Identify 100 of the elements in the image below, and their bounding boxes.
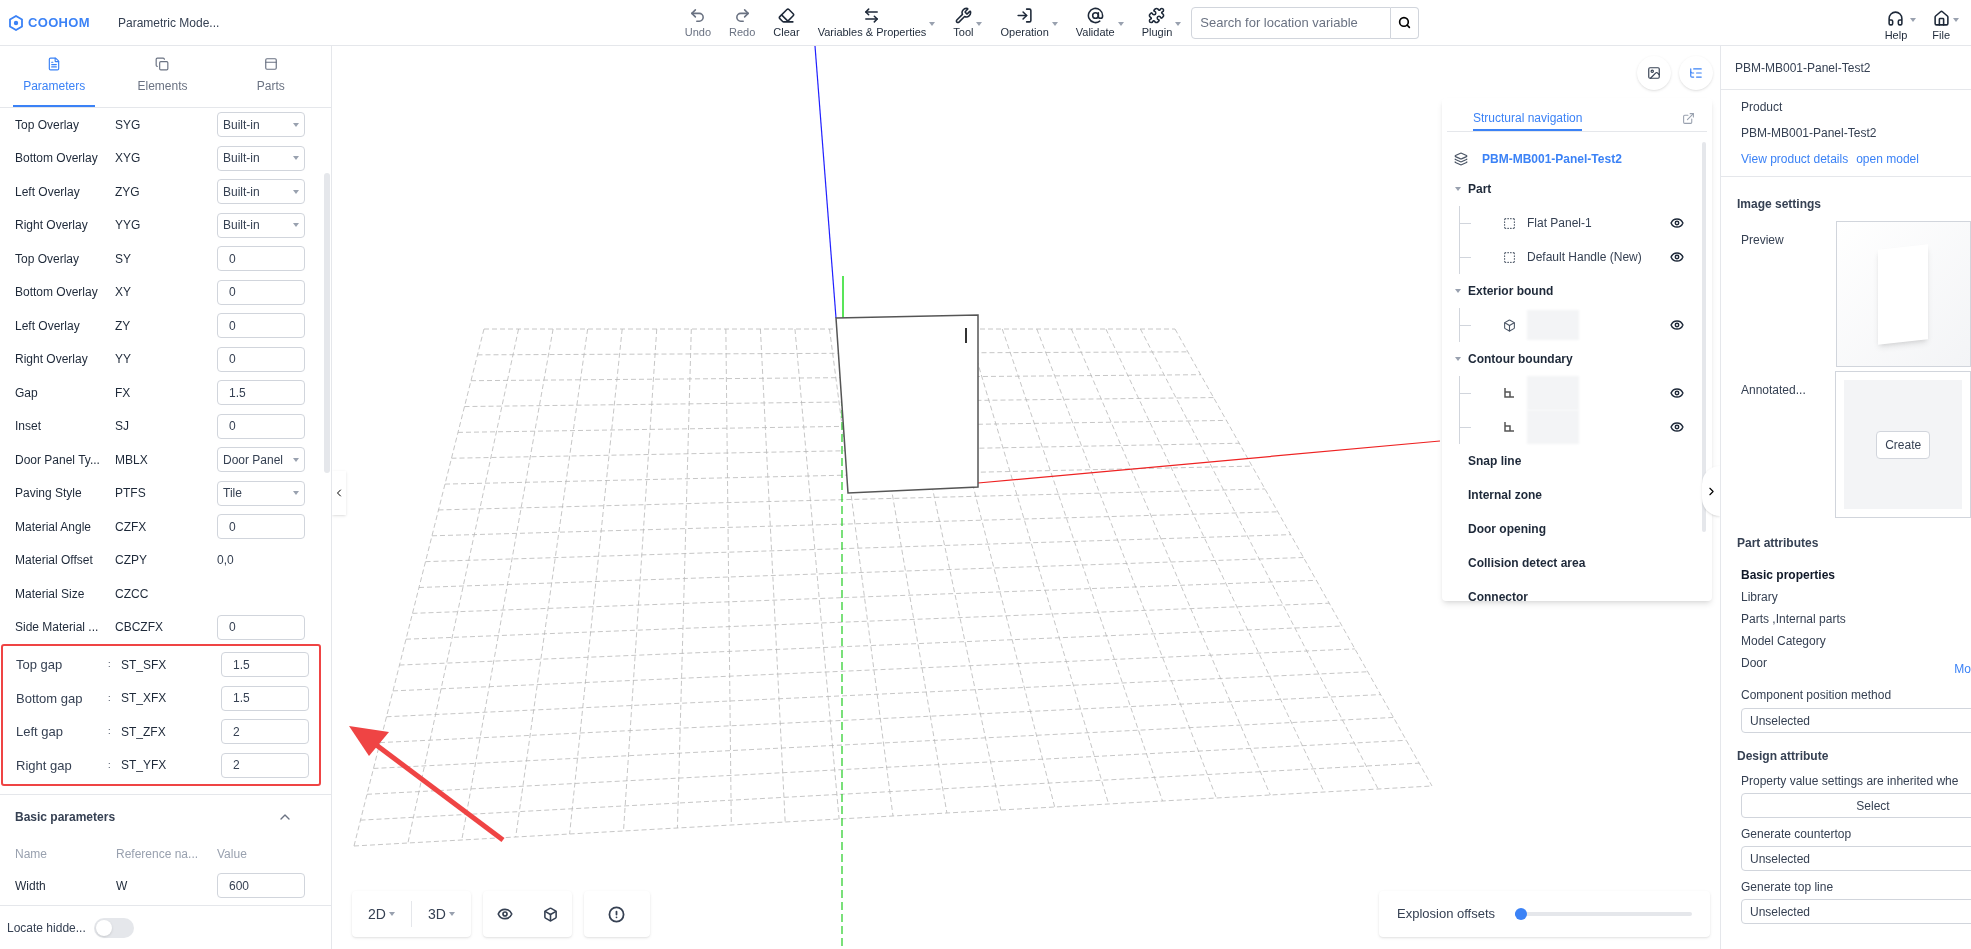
link[interactable]: View product details (1741, 150, 1849, 168)
parameter-name: Material Offset (15, 552, 94, 570)
eye-icon[interactable] (1670, 386, 1684, 400)
section-title: Part attributes (1737, 535, 1820, 552)
panel-tab[interactable]: Parameters (13, 46, 96, 107)
parameter-name: Inset (15, 418, 42, 436)
dropdown[interactable]: Built-in (217, 179, 305, 205)
dropdown[interactable]: Built-in (217, 145, 305, 171)
tree-group[interactable]: Contour boundary (1468, 350, 1573, 368)
popout-icon[interactable] (1682, 112, 1695, 125)
toolbar-button[interactable]: Validate (1075, 7, 1124, 38)
reference-name: CZCC (115, 585, 150, 603)
select-button[interactable]: Select (1741, 793, 1971, 818)
search-button[interactable] (1391, 6, 1420, 39)
input-field[interactable]: 600 (217, 873, 305, 899)
toolbar-button[interactable]: Tool (953, 7, 983, 38)
input-field[interactable]: 0 (217, 313, 305, 339)
eye-icon[interactable] (1670, 420, 1684, 434)
slider-thumb[interactable] (1514, 908, 1527, 920)
tree-group[interactable]: Snap line (1468, 452, 1522, 470)
reference-name: PTFS (115, 485, 147, 503)
input-field[interactable]: 2 (221, 752, 309, 778)
toolbar-button[interactable]: File (1932, 4, 1959, 41)
parameter-name: Width (15, 877, 47, 895)
field-value: Door (1741, 655, 1767, 672)
parameter-name: Right gap (16, 756, 73, 775)
tree-group[interactable]: Collision detect area (1468, 554, 1586, 572)
input-field[interactable]: 1.5 (217, 380, 305, 406)
toolbar-button[interactable]: Clear (773, 7, 800, 38)
dropdown[interactable]: Unselected (1741, 708, 1971, 733)
section-title: Basic parameters (15, 809, 116, 826)
tree-group[interactable]: Exterior bound (1468, 282, 1554, 300)
panel-icon (1503, 250, 1516, 264)
tree-group[interactable]: Internal zone (1468, 486, 1542, 504)
dropdown[interactable]: Unselected (1741, 846, 1971, 871)
eye-icon[interactable] (496, 906, 513, 922)
dropdown[interactable]: Built-in (217, 212, 305, 238)
input-field[interactable]: 1.5 (221, 652, 309, 678)
toolbar-button[interactable]: Help (1884, 4, 1917, 41)
tree-item[interactable]: Default Handle (New) (1527, 248, 1670, 266)
eye-icon[interactable] (1670, 250, 1684, 264)
dropdown[interactable]: Unselected (1741, 899, 1971, 924)
y-axis-line (842, 275, 844, 319)
toolbar-button[interactable]: Operation (1000, 7, 1058, 38)
input-field[interactable]: 0 (217, 413, 305, 439)
input-field[interactable]: 0 (217, 279, 305, 305)
field-label: Model Category (1741, 633, 1827, 650)
field-label: Library (1741, 589, 1779, 606)
dropdown[interactable]: Built-in (217, 112, 305, 138)
reference-name: CBCZFX (115, 619, 164, 637)
cube-icon[interactable] (542, 906, 558, 922)
parameter-name: Bottom gap (16, 689, 84, 708)
reference-name: ST_YFX (121, 757, 168, 775)
input-field[interactable]: 1.5 (221, 685, 309, 711)
parameter-name: Left Overlay (15, 317, 81, 335)
panel-tab[interactable]: Parts (229, 46, 312, 107)
input-field[interactable]: 0 (217, 346, 305, 372)
alert-icon[interactable] (608, 905, 626, 923)
parameter-name: Left gap (16, 723, 64, 741)
panel-tab[interactable]: Structural navigation (1473, 109, 1583, 131)
dropdown[interactable]: Tile (217, 480, 305, 506)
field-label: Generate top line (1741, 879, 1835, 896)
link[interactable]: open model (1856, 150, 1919, 168)
corner-icon (1503, 387, 1515, 399)
eye-icon[interactable] (1670, 318, 1684, 332)
view-mode-button[interactable]: 2D (362, 903, 401, 925)
reference-name: FX (115, 384, 132, 402)
search-field[interactable]: Search for location variable (1191, 6, 1392, 39)
tree-group[interactable]: Door opening (1468, 520, 1546, 538)
toggle-switch[interactable] (93, 917, 134, 938)
input-field[interactable]: 0 (217, 614, 305, 640)
dropdown[interactable]: Door Panel (217, 447, 305, 473)
tree-group[interactable]: Connector (1468, 588, 1528, 601)
panel-tab[interactable]: Elements (121, 46, 204, 107)
subsection-title: Basic properties (1740, 567, 1837, 584)
image-icon (1647, 66, 1661, 80)
input-field[interactable]: 0 (217, 246, 305, 272)
separator: : (108, 758, 112, 772)
tree-group[interactable]: Part (1468, 180, 1492, 198)
parameter-name: Door Panel Ty... (15, 451, 101, 469)
model-name[interactable]: PBM-MB001-Panel-Test2 (1482, 150, 1622, 168)
view-toggle-button[interactable] (1637, 56, 1671, 90)
caret-icon (293, 189, 299, 194)
eye-icon[interactable] (1670, 216, 1684, 230)
caret-icon (293, 457, 299, 462)
tree-item[interactable]: Flat Panel-1 (1527, 214, 1670, 232)
toolbar-button[interactable]: Variables & Properties (817, 7, 936, 38)
link[interactable]: Mo (1954, 660, 1971, 678)
logo-text: COOHOM (28, 13, 90, 32)
view-toggle-button[interactable] (1679, 56, 1713, 90)
caret-icon (293, 156, 299, 161)
field-label: Property value settings are inherited whe (1741, 773, 1960, 790)
create-button[interactable]: Create (1876, 430, 1931, 459)
reference-name: ST_SFX (121, 656, 168, 674)
input-field[interactable]: 0 (217, 514, 305, 540)
input-field[interactable]: 2 (221, 719, 309, 745)
toolbar-button[interactable]: Plugin (1141, 7, 1182, 38)
view-mode-button[interactable]: 3D (421, 903, 461, 925)
wrench-icon (954, 7, 972, 24)
scrollbar[interactable] (324, 173, 330, 473)
